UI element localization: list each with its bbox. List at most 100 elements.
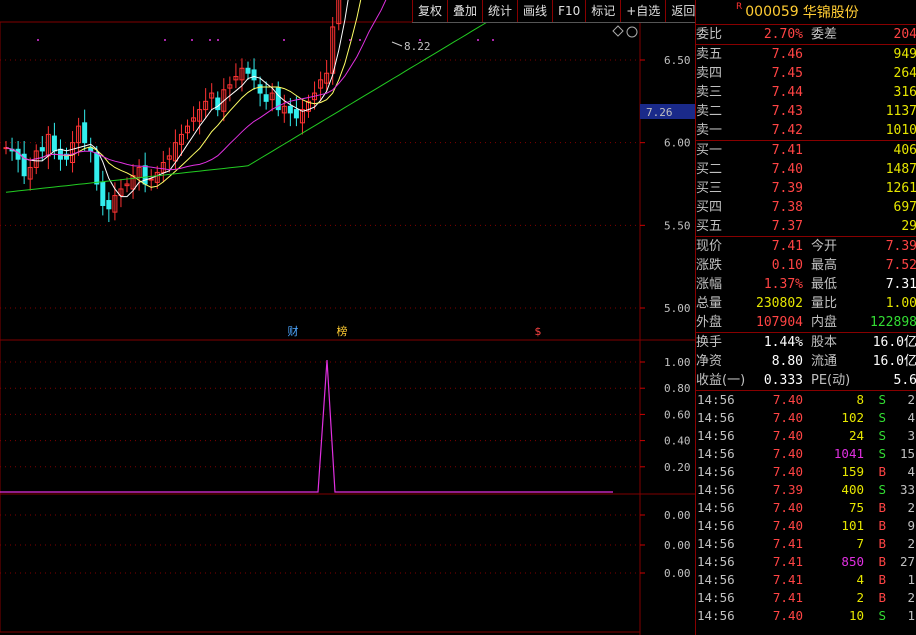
stat-value: 1.00 xyxy=(885,296,916,311)
tick-count: 4 xyxy=(907,464,915,479)
tick-row[interactable]: 14:56 7.41 4 B 1 xyxy=(696,571,916,589)
tick-volume: 850 xyxy=(841,554,864,569)
candle-body xyxy=(106,200,112,210)
bid-row: 买一 7.41 406 xyxy=(696,141,916,160)
kline-chart-area[interactable]: 8.007.507.006.506.005.505.007.268.22财榜$1… xyxy=(0,0,701,635)
price-axis-label: 6.00 xyxy=(664,137,691,150)
bid-row: 买三 7.39 1261 xyxy=(696,179,916,198)
tick-side: S xyxy=(878,410,886,425)
candle-body xyxy=(263,94,269,102)
fuquan-button[interactable]: 复权 xyxy=(412,0,447,22)
stat-value: 7.31 xyxy=(885,277,916,292)
stock-name: 华锦股份 xyxy=(802,5,859,21)
tick-volume: 7 xyxy=(856,536,864,551)
tick-time: 14:56 xyxy=(697,536,735,551)
high-marker-line xyxy=(391,41,403,47)
fund-value: 16.0亿 xyxy=(872,335,916,350)
event-dot xyxy=(419,39,421,41)
tick-row[interactable]: 14:56 7.40 102 S 4 xyxy=(696,409,916,427)
tick-row[interactable]: 14:56 7.40 75 B 2 xyxy=(696,499,916,517)
tick-count: 1 xyxy=(907,572,915,587)
tick-time: 14:56 xyxy=(697,500,735,515)
draw-line-button[interactable]: 画线 xyxy=(517,0,552,22)
stat-value: 0.10 xyxy=(771,258,803,273)
overlay-button[interactable]: 叠加 xyxy=(447,0,482,22)
tick-row[interactable]: 14:56 7.40 8 S 2 xyxy=(696,391,916,409)
quote-panel: R 000059 华锦股份 委比 2.70% 委差 204 卖五 7.46 949 卖… xyxy=(695,0,916,635)
tick-count: 2 xyxy=(907,392,915,407)
tick-row[interactable]: 14:56 7.41 2 B 2 xyxy=(696,589,916,607)
stat-row: 现价 7.41 今开 7.39 xyxy=(696,237,916,256)
tick-volume: 10 xyxy=(848,608,864,623)
kline-chart[interactable]: 8.007.507.006.506.005.505.007.268.22财榜$1… xyxy=(0,0,695,635)
tick-count: 2 xyxy=(907,536,915,551)
stat-label: 最高 xyxy=(811,258,838,273)
candle-body xyxy=(257,84,263,94)
candle-body xyxy=(245,67,251,74)
tick-row[interactable]: 14:56 7.40 10 S 1 xyxy=(696,607,916,625)
tick-volume: 101 xyxy=(841,518,864,533)
stat-label: 内盘 xyxy=(811,315,838,330)
lower-axis-label: 0.00 xyxy=(664,539,691,552)
tick-count: 1 xyxy=(907,608,915,623)
tick-count: 2 xyxy=(907,590,915,605)
tick-count: 15 xyxy=(899,446,915,461)
fund-value: 5.6 xyxy=(893,373,916,388)
bid-price: 7.39 xyxy=(771,181,803,196)
tick-row[interactable]: 14:56 7.40 24 S 3 xyxy=(696,427,916,445)
bid-label: 买二 xyxy=(696,162,723,177)
tick-price: 7.41 xyxy=(772,572,803,587)
tick-side: S xyxy=(878,608,886,623)
tick-row[interactable]: 14:56 7.40 101 B 9 xyxy=(696,517,916,535)
tick-row[interactable]: 14:56 7.40 159 B 4 xyxy=(696,463,916,481)
bid-label: 买三 xyxy=(696,181,723,196)
fund-value: 8.80 xyxy=(771,354,803,369)
tick-count: 9 xyxy=(907,518,915,533)
stat-row: 涨幅 1.37% 最低 7.31 xyxy=(696,275,916,294)
price-axis-label: 6.50 xyxy=(664,54,691,67)
add-watchlist-button[interactable]: +自选 xyxy=(620,0,665,22)
price-axis-label: 5.50 xyxy=(664,219,691,232)
indicator-axis-label: 0.40 xyxy=(664,435,691,448)
fund-label: PE(动) xyxy=(811,373,851,388)
f10-button[interactable]: F10 xyxy=(552,0,585,22)
bid-price: 7.38 xyxy=(771,200,803,215)
tick-row[interactable]: 14:56 7.41 7 B 2 xyxy=(696,535,916,553)
ask-volume: 949 xyxy=(893,47,916,62)
weibi-row: 委比 2.70% 委差 204 xyxy=(696,25,916,44)
tick-list[interactable]: 14:56 7.40 8 S 2 14:56 7.40 102 S 4 14:56 7.40 24 S 3 1… xyxy=(696,390,916,625)
tick-row[interactable]: 14:56 7.40 1041 S 15 xyxy=(696,445,916,463)
rzrq-badge: R xyxy=(736,2,743,12)
tick-side: S xyxy=(878,428,886,443)
tick-time: 14:56 xyxy=(697,410,735,425)
tick-row[interactable]: 14:56 7.41 850 B 27 xyxy=(696,553,916,571)
candle-body xyxy=(287,105,293,114)
tick-row[interactable]: 14:56 7.39 400 S 33 xyxy=(696,481,916,499)
tick-time: 14:56 xyxy=(697,464,735,479)
fund-label: 换手 xyxy=(696,335,723,350)
tick-price: 7.40 xyxy=(772,410,803,425)
tick-volume: 2 xyxy=(856,590,864,605)
bid-label: 买一 xyxy=(696,143,723,158)
fund-value: 1.44% xyxy=(763,335,803,350)
tick-price: 7.40 xyxy=(772,518,803,533)
stat-value: 1.37% xyxy=(763,277,803,292)
bid-row: 买五 7.37 29 xyxy=(696,217,916,236)
event-marker: 榜 xyxy=(337,324,348,338)
tick-price: 7.40 xyxy=(772,500,803,515)
mark-button[interactable]: 标记 xyxy=(585,0,620,22)
candle-body xyxy=(148,178,154,181)
statistics-button[interactable]: 统计 xyxy=(482,0,517,22)
tick-time: 14:56 xyxy=(697,554,735,569)
bid-label: 买四 xyxy=(696,200,723,215)
tick-price: 7.41 xyxy=(772,590,803,605)
bid-price: 7.41 xyxy=(771,143,803,158)
fund-row: 净资 8.80 流通 16.0亿 xyxy=(696,352,916,371)
chart-frame xyxy=(0,21,641,633)
ask-volume: 264 xyxy=(893,66,916,81)
tick-price: 7.41 xyxy=(772,554,803,569)
stat-label: 量比 xyxy=(811,296,838,311)
